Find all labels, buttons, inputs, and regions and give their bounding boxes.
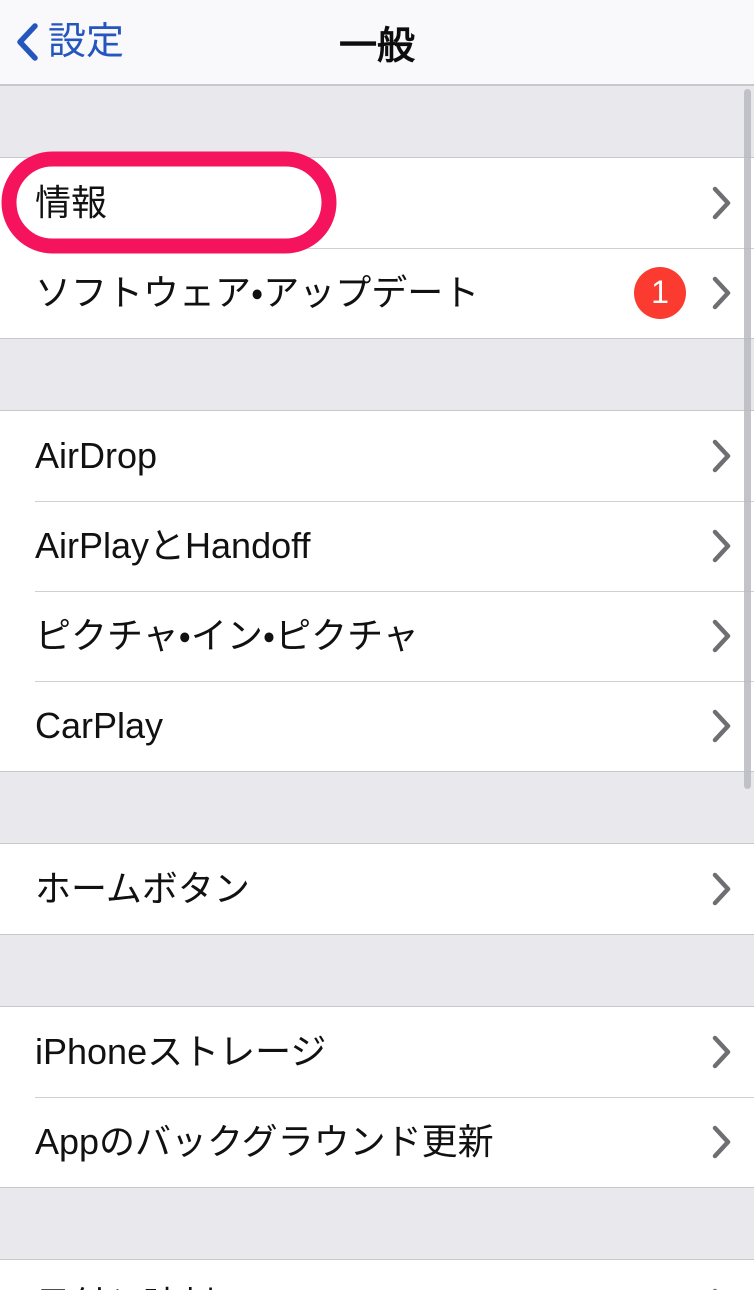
section-spacer-2: [0, 771, 754, 844]
section-home-button: ホームボタン: [0, 844, 754, 934]
section-spacer-4: [0, 1187, 754, 1260]
row-accessories: [712, 709, 732, 743]
chevron-right-icon: [712, 1035, 731, 1069]
row-accessories: [712, 1035, 732, 1069]
section-storage: iPhoneストレージ Appのバックグラウンド更新: [0, 1007, 754, 1187]
row-label: AirPlayとHandoff: [35, 525, 311, 567]
back-button-label: 設定: [48, 21, 125, 63]
navigation-bar: 設定 一般: [0, 0, 754, 85]
row-accessories: [712, 529, 732, 563]
row-label: 日付と時刻: [35, 1284, 712, 1290]
row-airdrop[interactable]: AirDrop: [0, 411, 754, 501]
row-carplay[interactable]: CarPlay: [0, 681, 754, 771]
row-iphone-storage[interactable]: iPhoneストレージ: [0, 1007, 754, 1097]
row-accessories: [712, 1284, 732, 1290]
settings-general-screen: 設定 一般 情報 ソフトウェア・アップデート 1 AirDrop AirPlay…: [0, 0, 754, 1290]
chevron-right-icon: [712, 619, 731, 653]
row-airplay-handoff[interactable]: AirPlayとHandoff: [0, 501, 754, 591]
section-spacer-1: [0, 338, 754, 411]
row-accessories: [712, 1125, 732, 1159]
section-spacer-top: [0, 85, 754, 158]
section-spacer-3: [0, 934, 754, 1007]
row-label: Appのバックグラウンド更新: [35, 1121, 494, 1163]
row-date-and-time[interactable]: 日付と時刻: [0, 1260, 754, 1290]
row-label: 情報: [35, 182, 108, 224]
settings-list[interactable]: 情報 ソフトウェア・アップデート 1 AirDrop AirPlayとHando…: [0, 85, 754, 1290]
row-label: iPhoneストレージ: [35, 1031, 327, 1073]
row-label: ピクチャ・イン・ピクチャ: [35, 615, 419, 657]
chevron-right-icon: [712, 439, 731, 473]
chevron-right-icon: [712, 872, 731, 906]
row-label: CarPlay: [35, 705, 164, 747]
row-label: AirDrop: [35, 435, 158, 477]
row-label: ホームボタン: [35, 868, 250, 910]
row-accessories: [712, 872, 732, 906]
row-label: ソフトウェア・アップデート: [35, 272, 480, 314]
section-date-time: 日付と時刻: [0, 1260, 754, 1290]
row-software-update[interactable]: ソフトウェア・アップデート 1: [0, 248, 754, 338]
row-accessories: [712, 186, 732, 220]
section-connectivity: AirDrop AirPlayとHandoff ピクチャ・イン・ピクチャ Car…: [0, 411, 754, 771]
row-accessories: 1: [634, 267, 732, 319]
chevron-right-icon: [712, 709, 731, 743]
status-badge: 1: [634, 267, 686, 319]
chevron-right-icon: [712, 186, 731, 220]
chevron-right-icon: [712, 276, 731, 310]
row-picture-in-picture[interactable]: ピクチャ・イン・ピクチャ: [0, 591, 754, 681]
row-home-button[interactable]: ホームボタン: [0, 844, 754, 934]
back-button-settings[interactable]: 設定: [0, 23, 124, 61]
chevron-right-icon: [712, 1125, 731, 1159]
row-about[interactable]: 情報: [0, 158, 754, 248]
chevron-left-icon: [17, 23, 38, 61]
section-about: 情報 ソフトウェア・アップデート 1: [0, 158, 754, 338]
row-accessories: [712, 619, 732, 653]
row-background-app-refresh[interactable]: Appのバックグラウンド更新: [0, 1097, 754, 1187]
row-accessories: [712, 439, 732, 473]
chevron-right-icon: [712, 529, 731, 563]
